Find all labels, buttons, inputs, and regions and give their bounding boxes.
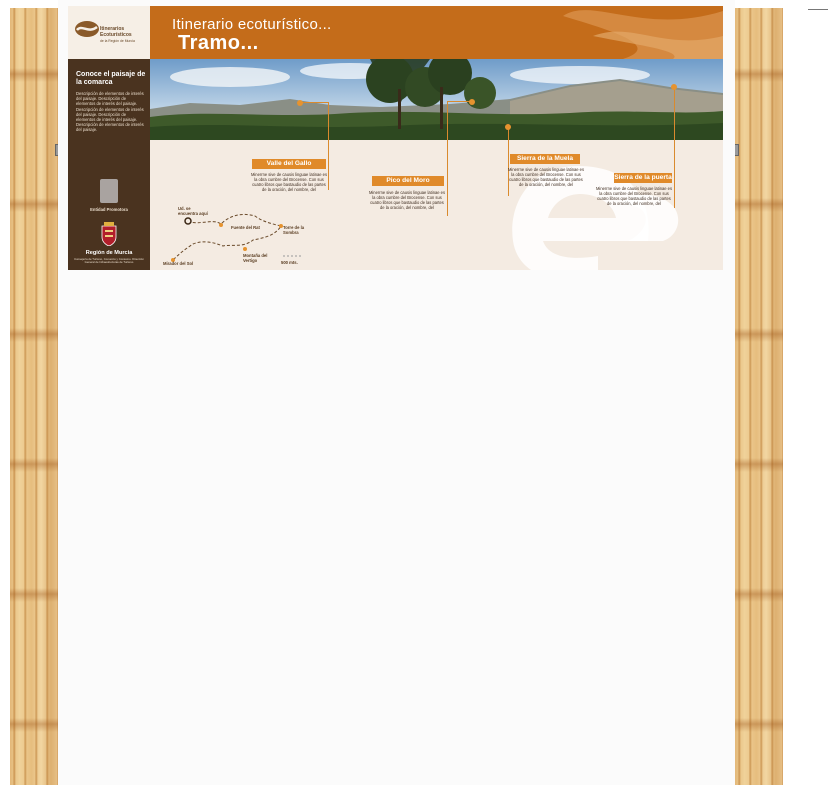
map-montana: Montaña del Vertigo (243, 253, 268, 263)
entity-label: Entidad Promotora (90, 207, 128, 212)
entity-logo-placeholder (100, 179, 118, 203)
marker-pico (469, 99, 475, 105)
sign-board: Itinerarios Ecoturísticos de la Región d… (58, 0, 735, 785)
region-crest-icon (101, 222, 117, 246)
desc-sierra-de-la-muela: Minerrne sive de causis linguae latinae … (508, 167, 585, 187)
label-pico-del-moro: Pico del Moro (372, 176, 444, 186)
header-bar: Itinerario ecoturístico... Tramo... (150, 6, 723, 59)
map-torre: Torre de la Sombra (283, 225, 305, 235)
logo-line3: de la Región de Murcia (100, 39, 135, 43)
callout-line-1 (328, 102, 329, 190)
desc-valle-del-gallo: Minerrne sive de causis linguae latinae … (250, 172, 327, 192)
region-name: Región de Murcia (85, 250, 133, 256)
map-fuente: Fuente del Rat (231, 225, 260, 230)
callout-line-4 (674, 88, 675, 208)
callout-line-2b (447, 101, 471, 102)
logo-text: Itinerarios Ecoturísticos de la Región d… (100, 26, 135, 44)
left-wood-post (10, 8, 58, 785)
region-subtitle: Consejería de Turismo, Comercio y Consum… (74, 257, 144, 265)
logo-area: Itinerarios Ecoturísticos de la Región d… (68, 6, 150, 59)
right-wood-post (735, 8, 783, 785)
desc-pico-del-moro: Minerrne sive de causis linguae latinae … (368, 190, 445, 210)
label-sierra-de-la-muela: Sierra de la Muela (510, 154, 580, 164)
callout-line-2 (447, 101, 448, 216)
you-are-here-marker (184, 217, 192, 225)
marker-puerta (671, 84, 677, 90)
label-sierra-de-la-puerta: Sierra de la puerta (614, 173, 672, 183)
sidebar: Conoce el paisaje de la comarca Descripc… (68, 59, 150, 270)
header-swoosh-icon (563, 10, 723, 59)
marker-muela (505, 124, 511, 130)
map-you-are-here: Ud. se encuentra aquí (178, 206, 208, 216)
logo-swirl-icon (75, 21, 99, 37)
landscape-photo (150, 59, 723, 140)
marker-valle (297, 100, 303, 106)
decorative-e-icon (512, 166, 679, 270)
sidebar-description: Descripción de elementos de interés del … (76, 91, 144, 133)
interpretive-panel: Itinerarios Ecoturísticos de la Región d… (68, 6, 723, 270)
map-scale: 500 mts. (281, 260, 298, 265)
header-subtitle: Tramo... (178, 32, 259, 54)
map-mirador: Mirador del Sol (163, 261, 194, 266)
label-valle-del-gallo: Valle del Gallo (252, 159, 326, 169)
callout-line-1b (300, 102, 328, 103)
sidebar-heading: Conoce el paisaje de la comarca (76, 71, 146, 86)
edge-line (808, 9, 828, 10)
desc-sierra-de-la-puerta: Minerrne sive de causis linguae latinae … (596, 186, 673, 206)
route-map: Ud. se encuentra aquí Fuente del Rat Tor… (163, 204, 313, 270)
header-title: Itinerario ecoturístico... (172, 16, 332, 33)
